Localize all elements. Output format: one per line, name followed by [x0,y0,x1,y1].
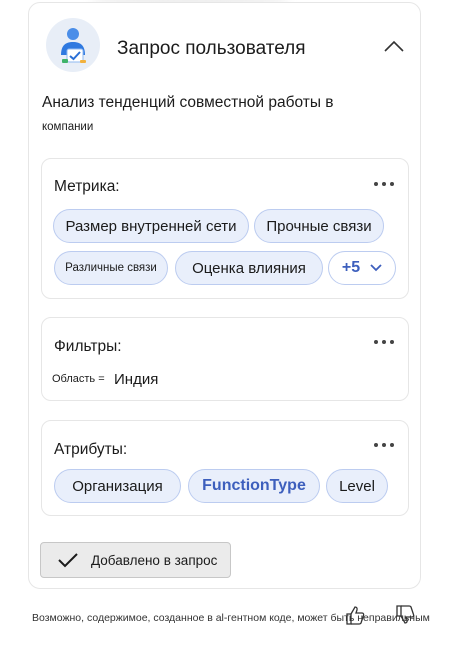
thumbs-up-icon[interactable] [344,604,366,626]
more-dot [382,443,386,447]
summary-line-1: Анализ тенденций совместной работы в [42,94,334,111]
more-dot [382,182,386,186]
user-avatar [46,18,100,72]
checkmark-icon [58,553,78,568]
attribute-chip-organization[interactable]: Организация [54,469,181,503]
card-title: Запрос пользователя [117,38,306,59]
metrics-section: Метрика: Размер внутренней сети Прочные … [41,158,409,299]
metric-chip-diverse-ties[interactable]: Различные связи [54,251,168,285]
metric-chip-strong-ties[interactable]: Прочные связи [254,209,384,243]
attribute-chip-level[interactable]: Level [326,469,388,503]
ai-disclaimer: Возможно, содержимое, созданное в al-ген… [32,612,430,624]
metric-chip-network-size[interactable]: Размер внутренней сети [53,209,249,243]
attribute-chip-function-type[interactable]: FunctionType [188,469,320,503]
more-dot [374,182,378,186]
metrics-title: Метрика: [54,178,120,195]
more-dot [390,340,394,344]
added-to-query-button[interactable]: Добавлено в запрос [40,542,231,578]
thumbs-down-icon[interactable] [394,604,416,626]
metrics-more-button[interactable] [374,179,394,189]
filters-more-button[interactable] [374,337,394,347]
more-dot [390,182,394,186]
user-check-icon [61,28,86,63]
chevron-down-icon [370,264,382,272]
summary-line-2: компании [42,121,94,133]
attributes-more-button[interactable] [374,440,394,450]
more-dot [374,340,378,344]
filters-section: Фильтры: Область = Индия [41,317,409,401]
attributes-section: Атрибуты: Организация FunctionType Level [41,420,409,516]
more-dot [382,340,386,344]
collapse-button[interactable] [382,36,406,56]
metric-more-count: +5 [341,259,361,276]
more-dot [374,443,378,447]
filter-key: Область = [52,373,105,385]
filter-value: Индия [114,371,159,388]
metric-chip-influence[interactable]: Оценка влияния [175,251,323,285]
attributes-title: Атрибуты: [54,441,128,458]
more-dot [390,443,394,447]
chevron-up-icon [384,40,404,52]
added-to-query-label: Добавлено в запрос [91,552,218,568]
metric-more-chip[interactable]: +5 [328,251,396,285]
filters-title: Фильтры: [54,338,122,355]
